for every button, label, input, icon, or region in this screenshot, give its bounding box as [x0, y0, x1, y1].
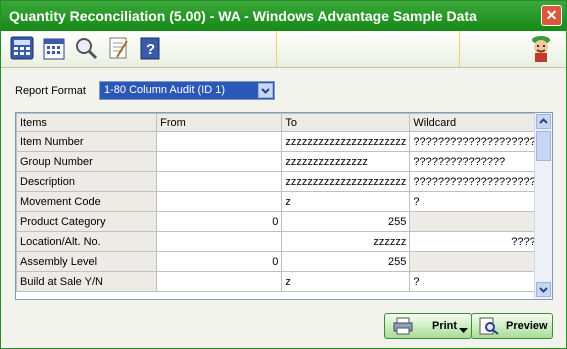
print-button[interactable]: Print — [384, 313, 472, 339]
svg-text:?: ? — [146, 41, 155, 58]
to-cell[interactable]: z — [281, 191, 411, 212]
magnifier-icon[interactable] — [73, 35, 101, 63]
from-cell[interactable] — [156, 231, 283, 252]
report-format-label: Report Format — [15, 85, 86, 97]
from-cell[interactable]: 0 — [156, 211, 283, 232]
row-label: Group Number — [16, 151, 158, 172]
table-row: Location/Alt. No. zzzzzz ?????? — [16, 231, 552, 252]
row-label: Build at Sale Y/N — [16, 271, 158, 292]
row-label: Movement Code — [16, 191, 158, 212]
row-label: Product Category — [16, 211, 158, 232]
row-label: Assembly Level — [16, 251, 158, 272]
wildcard-cell[interactable]: ?????????????????????? — [409, 131, 552, 152]
scroll-up-button[interactable] — [536, 114, 551, 129]
row-label: Item Number — [16, 131, 158, 152]
criteria-table: Items From To Wildcard Item Number zzzzz… — [16, 113, 552, 292]
table-row: Assembly Level 0 255 — [16, 251, 552, 272]
report-format-value: 1-80 Column Audit (ID 1) — [104, 84, 226, 96]
app-window: Quantity Reconciliation (5.00) - WA - Wi… — [0, 0, 567, 349]
preview-button[interactable]: Preview — [471, 313, 553, 339]
table-row: Movement Code z ? — [16, 191, 552, 212]
wildcard-cell — [409, 251, 552, 272]
preview-icon — [479, 317, 499, 338]
row-label: Location/Alt. No. — [16, 231, 158, 252]
criteria-grid: Items From To Wildcard Item Number zzzzz… — [15, 112, 553, 300]
to-cell[interactable]: zzzzzzzzzzzzzzzzzzzzzz — [281, 131, 411, 152]
wildcard-cell[interactable]: ??????????????? — [409, 151, 552, 172]
chevron-down-icon[interactable] — [258, 83, 273, 98]
column-header-items[interactable]: Items — [16, 113, 158, 132]
toolbar: ? — [1, 31, 566, 68]
table-row: Build at Sale Y/N z ? — [16, 271, 552, 292]
row-label: Description — [16, 171, 158, 192]
to-cell[interactable]: 255 — [281, 251, 411, 272]
scroll-thumb[interactable] — [536, 131, 551, 161]
help-book-icon[interactable]: ? — [137, 35, 165, 63]
wildcard-cell[interactable]: ? — [409, 271, 552, 292]
table-row: Item Number zzzzzzzzzzzzzzzzzzzzzz ?????… — [16, 131, 552, 152]
to-cell[interactable]: zzzzzzzzzzzzzzz — [281, 151, 411, 172]
table-row: Product Category 0 255 — [16, 211, 552, 232]
from-cell[interactable] — [156, 131, 283, 152]
table-row: Description zzzzzzzzzzzzzzzzzzzzzz ?????… — [16, 171, 552, 192]
calculator-icon[interactable] — [9, 35, 37, 63]
notepad-icon[interactable] — [105, 35, 133, 63]
from-cell[interactable] — [156, 171, 283, 192]
to-cell[interactable]: zzzzzz — [281, 231, 411, 252]
mascot-icon — [526, 33, 556, 65]
from-cell[interactable]: 0 — [156, 251, 283, 272]
to-cell[interactable]: z — [281, 271, 411, 292]
wildcard-cell[interactable]: ?????? — [409, 231, 552, 252]
to-cell[interactable]: zzzzzzzzzzzzzzzzzzzzzz — [281, 171, 411, 192]
preview-label: Preview — [506, 320, 548, 332]
column-header-wildcard[interactable]: Wildcard — [409, 113, 552, 132]
from-cell[interactable] — [156, 151, 283, 172]
from-cell[interactable] — [156, 191, 283, 212]
report-format-select[interactable]: 1-80 Column Audit (ID 1) — [99, 81, 275, 100]
toolbar-separator — [459, 31, 460, 67]
column-header-to[interactable]: To — [281, 113, 411, 132]
scroll-down-button[interactable] — [536, 282, 551, 297]
wildcard-cell[interactable]: ?????????????????????? — [409, 171, 552, 192]
title-bar[interactable]: Quantity Reconciliation (5.00) - WA - Wi… — [1, 1, 566, 31]
close-button[interactable]: ✕ — [541, 5, 562, 26]
wildcard-cell[interactable]: ? — [409, 191, 552, 212]
window-title: Quantity Reconciliation (5.00) - WA - Wi… — [9, 8, 477, 24]
table-row: Group Number zzzzzzzzzzzzzzz ???????????… — [16, 151, 552, 172]
dropdown-arrow-icon[interactable] — [459, 325, 468, 337]
calendar-icon[interactable] — [41, 35, 69, 63]
to-cell[interactable]: 255 — [281, 211, 411, 232]
from-cell[interactable] — [156, 271, 283, 292]
print-label: Print — [432, 320, 458, 332]
wildcard-cell — [409, 211, 552, 232]
printer-icon — [393, 317, 413, 338]
column-header-from[interactable]: From — [156, 113, 283, 132]
vertical-scrollbar[interactable] — [534, 113, 552, 299]
toolbar-separator — [276, 31, 277, 67]
